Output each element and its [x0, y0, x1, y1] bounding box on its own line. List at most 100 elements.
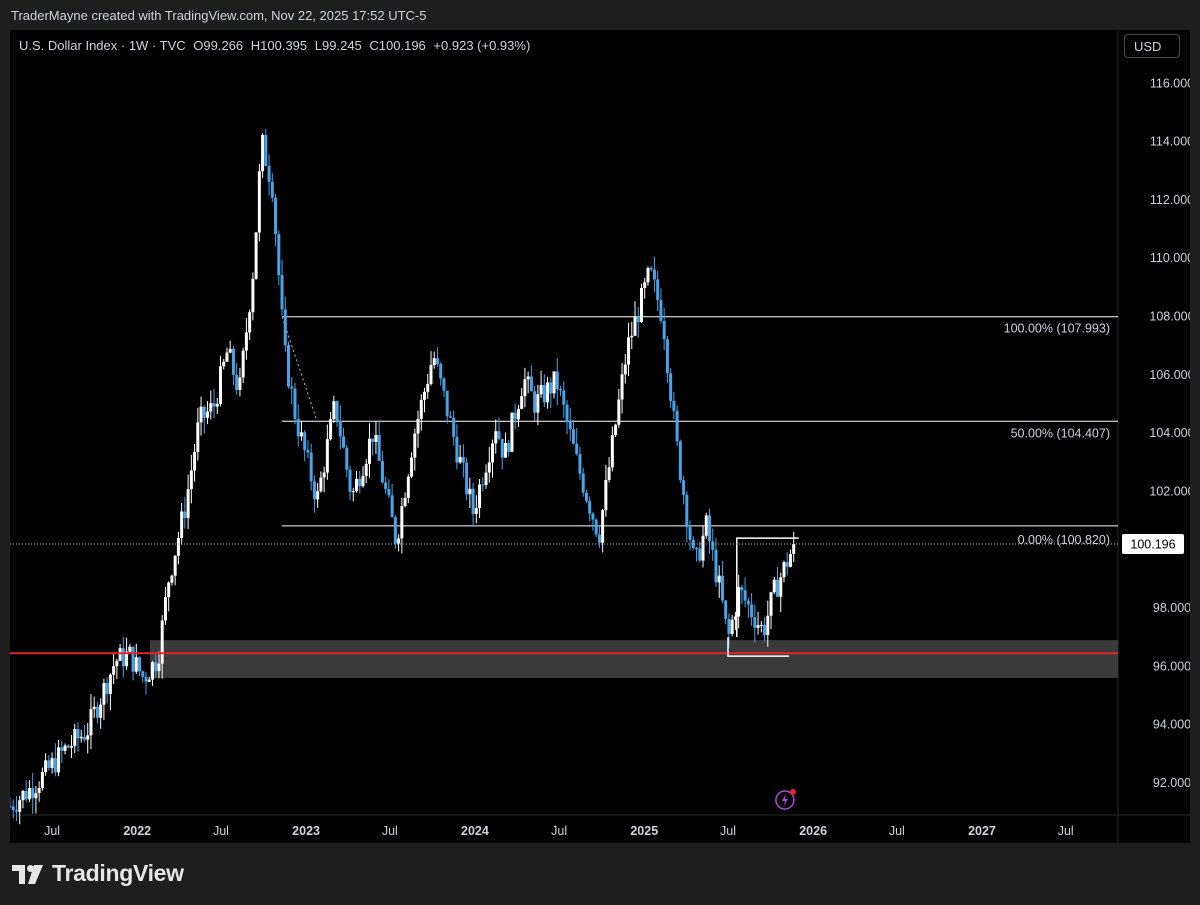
candle-body	[309, 452, 313, 482]
candle-body	[86, 735, 90, 740]
candle-body	[115, 660, 119, 667]
candle-body	[92, 706, 96, 710]
candle-body	[206, 411, 210, 418]
candle-body	[209, 403, 213, 412]
candle-body	[89, 709, 93, 736]
candle-body	[157, 663, 161, 672]
candle-body	[724, 600, 728, 619]
candle-body	[361, 476, 365, 487]
candle-body	[782, 562, 786, 578]
candle-body	[785, 562, 789, 567]
low-value: L99.245	[314, 38, 362, 53]
price-tick-label: 114.000	[1150, 135, 1190, 149]
candle-body	[322, 472, 326, 478]
candle-body	[759, 625, 763, 627]
candle-body	[358, 478, 362, 487]
candle-body	[484, 472, 488, 486]
candle-body	[170, 575, 174, 583]
candle-body	[542, 385, 546, 403]
candle-body	[763, 625, 767, 636]
candle-body	[526, 376, 530, 380]
price-tick-label: 106.000	[1149, 368, 1190, 382]
candle-body	[180, 511, 184, 538]
candle-body	[176, 537, 180, 556]
candle-body	[82, 736, 86, 740]
candle-body	[290, 386, 294, 389]
candle-body	[442, 378, 446, 391]
candle-body	[154, 662, 158, 672]
candle-body	[575, 443, 579, 454]
candle-body	[299, 432, 303, 437]
candle-body	[665, 339, 669, 374]
candle-body	[478, 484, 482, 508]
candle-body	[633, 316, 637, 336]
candle-body	[766, 615, 770, 636]
notification-dot	[789, 789, 796, 795]
candle-body	[756, 625, 760, 628]
candle-body	[225, 352, 229, 362]
time-tick-label: Jul	[551, 824, 567, 838]
close-value: C100.196	[369, 38, 426, 53]
candle-body	[445, 390, 449, 417]
candle-body	[620, 374, 624, 400]
symbol-legend: U.S. Dollar Index · 1W · TVC O99.266 H10…	[19, 38, 534, 53]
candle-body	[338, 421, 342, 437]
candle-body	[73, 729, 77, 746]
candle-body	[351, 491, 355, 493]
candle-body	[682, 480, 686, 495]
currency-button[interactable]: USD	[1124, 34, 1180, 58]
candle-body	[746, 600, 750, 605]
candle-body	[578, 453, 582, 474]
candle-body	[458, 457, 462, 463]
time-tick-label: Jul	[213, 824, 229, 838]
candle-body	[584, 492, 588, 501]
candle-body	[144, 676, 148, 682]
tradingview-logo[interactable]: TradingView	[12, 860, 184, 887]
candle-body	[400, 506, 404, 539]
candle-body	[776, 579, 780, 597]
candle-body	[11, 806, 15, 811]
chart-area[interactable]: 100.00% (107.993) 50.00% (104.407) 0.00% (…	[10, 30, 1190, 843]
candle-body	[652, 269, 656, 280]
candle-body	[222, 361, 226, 367]
candle-body	[377, 434, 381, 461]
candle-body	[698, 548, 702, 561]
candle-body	[287, 345, 291, 387]
candle-body	[215, 403, 219, 407]
candle-body	[112, 666, 116, 675]
candle-body	[529, 376, 533, 392]
price-tick-label: 110.000	[1150, 251, 1190, 265]
candle-body	[44, 760, 48, 773]
candle-body	[646, 267, 650, 283]
candle-body	[779, 577, 783, 597]
candle-body	[283, 309, 287, 346]
candle-body	[727, 618, 731, 634]
candle-body	[627, 337, 631, 365]
candle-body	[429, 365, 433, 384]
candle-body	[134, 657, 138, 672]
time-axis: Jul 2022 Jul 2023 Jul 2024 Jul 2025 Jul 2026 Jul 20…	[44, 824, 1074, 838]
lightning-icon-bolt	[781, 794, 788, 806]
candle-body	[678, 441, 682, 481]
candle-body	[753, 617, 757, 628]
candle-body	[397, 538, 401, 544]
candle-body	[630, 335, 634, 338]
candle-body	[196, 422, 200, 452]
candle-body	[118, 648, 122, 661]
candle-body	[588, 500, 592, 514]
candle-body	[772, 579, 776, 593]
price-chart[interactable]: 100.00% (107.993) 50.00% (104.407) 0.00% (…	[10, 30, 1190, 843]
candle-body	[788, 553, 792, 567]
candle-body	[374, 434, 378, 442]
time-tick-label: Jul	[1058, 824, 1074, 838]
candle-body	[70, 745, 74, 748]
candle-body	[643, 282, 647, 288]
candle-body	[672, 400, 676, 411]
candle-body	[594, 519, 598, 535]
candle-body	[238, 377, 242, 390]
candle-body	[335, 401, 339, 422]
candle-body	[494, 431, 498, 444]
candle-body	[769, 592, 773, 616]
candle-body	[669, 373, 673, 401]
candle-body	[138, 657, 142, 672]
